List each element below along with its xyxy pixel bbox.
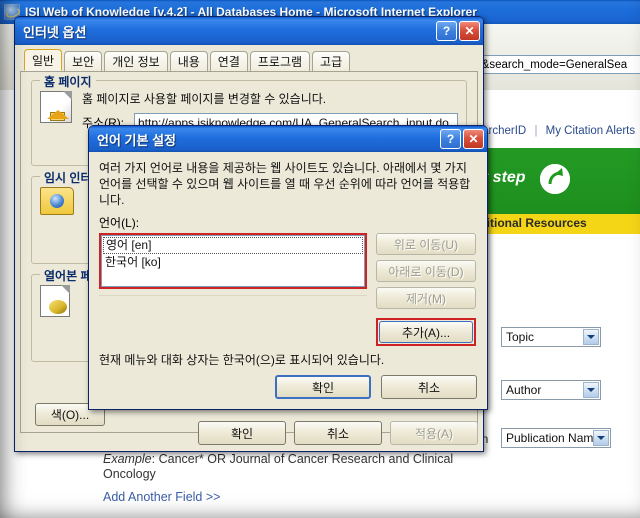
topic-select-value: Topic xyxy=(506,330,535,344)
language-side-buttons: 위로 이동(U) 아래로 이동(D) 제거(M) 추가(A)... xyxy=(376,233,476,346)
next-step-arrow-icon[interactable] xyxy=(540,164,570,194)
help-button[interactable]: ? xyxy=(436,21,457,41)
language-listbox-spacer xyxy=(99,295,367,334)
home-page-group-title: 홈 페이지 xyxy=(40,73,96,90)
move-up-button: 위로 이동(U) xyxy=(376,233,476,255)
move-down-button: 아래로 이동(D) xyxy=(376,260,476,282)
home-page-description: 홈 페이지로 사용할 페이지를 변경할 수 있습니다. xyxy=(82,92,327,106)
yellow-banner-label: dditional Resources xyxy=(472,216,587,230)
language-listbox[interactable]: 영어 [en] 한국어 [ko] xyxy=(101,235,365,287)
address-bar-input[interactable]: A&search_mode=GeneralSea xyxy=(470,55,640,74)
remove-button: 제거(M) xyxy=(376,287,476,309)
language-dialog-buttons: 확인 취소 xyxy=(275,375,477,399)
chevron-down-icon[interactable] xyxy=(583,329,599,345)
citation-alerts-link[interactable]: My Citation Alerts xyxy=(546,125,635,137)
tab-advanced[interactable]: 고급 xyxy=(312,51,351,71)
language-item-korean[interactable]: 한국어 [ko] xyxy=(103,254,363,270)
tab-connections[interactable]: 연결 xyxy=(209,51,248,71)
screenshot-root: ISI Web of Knowledge [v.4.2] - All Datab… xyxy=(0,0,640,518)
language-dialog-body: 여러 가지 언어로 내용을 제공하는 웹 사이트도 있습니다. 아래에서 몇 가… xyxy=(89,152,487,409)
close-icon[interactable]: ✕ xyxy=(459,21,480,41)
language-main-row: 영어 [en] 한국어 [ko] 위로 이동(U) 아래로 이동(D) 제거(M… xyxy=(99,233,477,346)
author-select-value: Author xyxy=(506,383,542,397)
help-button[interactable]: ? xyxy=(440,129,461,149)
add-language-button[interactable]: 추가(A)... xyxy=(379,321,473,343)
internet-options-tabs: 일반 보안 개인 정보 내용 연결 프로그램 고급 xyxy=(20,49,478,71)
language-item-english[interactable]: 영어 [en] xyxy=(103,237,363,254)
green-banner: xt step xyxy=(468,148,640,214)
example-value: : Cancer* OR Journal of Cancer Research … xyxy=(103,452,454,481)
close-icon[interactable]: ✕ xyxy=(463,129,484,149)
home-page-icon xyxy=(40,91,74,123)
chevron-down-icon[interactable] xyxy=(583,382,599,398)
internet-options-buttons: 확인 취소 적용(A) xyxy=(20,421,478,445)
options-ok-button[interactable]: 확인 xyxy=(198,421,286,445)
language-dialog-titlebar[interactable]: 언어 기본 설정 ? ✕ xyxy=(89,126,487,152)
publication-name-field-select[interactable]: Publication Name xyxy=(501,428,611,448)
history-icon xyxy=(40,285,74,317)
internet-options-titlebar[interactable]: 인터넷 옵션 ? ✕ xyxy=(15,17,483,45)
publication-select-value: Publication Name xyxy=(506,431,601,445)
tab-content[interactable]: 내용 xyxy=(169,51,208,71)
topic-field-select[interactable]: Topic xyxy=(501,327,601,347)
tab-security[interactable]: 보안 xyxy=(64,51,103,71)
add-another-field-link[interactable]: Add Another Field >> xyxy=(103,490,220,504)
temporary-files-icon xyxy=(40,187,74,219)
link-separator: | xyxy=(534,125,538,137)
internet-options-title: 인터넷 옵션 xyxy=(23,24,87,40)
language-ok-button[interactable]: 확인 xyxy=(275,375,371,399)
language-list-label: 언어(L): xyxy=(99,216,140,230)
language-description: 여러 가지 언어로 내용을 제공하는 웹 사이트도 있습니다. 아래에서 몇 가… xyxy=(99,161,471,207)
tab-programs[interactable]: 프로그램 xyxy=(249,51,311,71)
example-text: Example: Cancer* OR Journal of Cancer Re… xyxy=(103,452,503,482)
add-button-highlight: 추가(A)... xyxy=(376,318,476,346)
page-top-links: searcherID | My Citation Alerts xyxy=(470,125,635,137)
options-cancel-button[interactable]: 취소 xyxy=(294,421,382,445)
language-note: 현재 메뉴와 대화 상자는 한국어(으)로 표시되어 있습니다. xyxy=(99,353,385,367)
language-list-highlight: 영어 [en] 한국어 [ko] xyxy=(99,233,367,289)
author-field-select[interactable]: Author xyxy=(501,380,601,400)
language-cancel-button[interactable]: 취소 xyxy=(381,375,477,399)
chevron-down-icon[interactable] xyxy=(593,430,609,446)
tab-privacy[interactable]: 개인 정보 xyxy=(104,51,168,71)
tab-general[interactable]: 일반 xyxy=(24,49,63,71)
yellow-banner: dditional Resources xyxy=(468,214,640,234)
language-preferences-dialog: 언어 기본 설정 ? ✕ 여러 가지 언어로 내용을 제공하는 웹 사이트도 있… xyxy=(88,125,488,410)
language-dialog-title: 언어 기본 설정 xyxy=(97,132,176,148)
options-apply-button: 적용(A) xyxy=(390,421,478,445)
example-label: Example xyxy=(103,452,152,466)
